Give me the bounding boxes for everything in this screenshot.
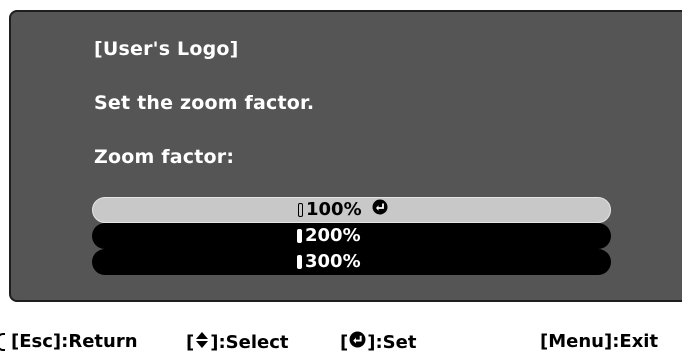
radio-unselected-icon [297,255,302,269]
footer-bracket-decoration [0,333,5,351]
esc-key-label: [Esc] [11,331,62,352]
footer-select: [ ] :Select [186,331,289,354]
enter-icon [349,331,366,353]
option-100[interactable]: 100% [92,197,611,223]
key-guide-bar: [Esc] :Return [ ] :Select []:Set [Menu… [0,329,682,355]
select-bracket-open: [ [186,332,195,353]
set-bracket-close: ] [367,331,376,353]
enter-icon [372,198,388,222]
set-bracket-open: [ [340,331,349,353]
dialog-title: [User's Logo] [94,38,239,60]
radio-unselected-icon [297,229,302,243]
option-200[interactable]: 200% [92,223,611,249]
users-logo-dialog: [User's Logo] Set the zoom factor. Zoom … [9,10,682,302]
up-down-arrows-icon [195,331,209,354]
option-300[interactable]: 300% [92,249,611,275]
dialog-description: Set the zoom factor. [94,92,315,114]
select-bracket-close: ] [210,332,219,353]
esc-action-label: :Return [61,331,138,352]
menu-action-label: :Exit [612,331,659,352]
radio-selected-icon [298,203,303,217]
footer-esc-return: [Esc] :Return [11,331,138,352]
zoom-factor-label: Zoom factor: [94,146,235,168]
zoom-factor-options: 100% 200% 300% [92,197,611,275]
set-action-label: :Set [375,331,417,353]
screen: [User's Logo] Set the zoom factor. Zoom … [0,0,682,355]
menu-key-label: [Menu] [540,331,613,352]
option-label: 100% [306,199,362,220]
footer-set: [ ] :Set [340,331,416,353]
footer-menu-exit: [Menu] :Exit [540,331,658,352]
select-action-label: :Select [218,332,289,353]
option-label: 200% [305,225,361,246]
option-label: 300% [305,251,361,272]
